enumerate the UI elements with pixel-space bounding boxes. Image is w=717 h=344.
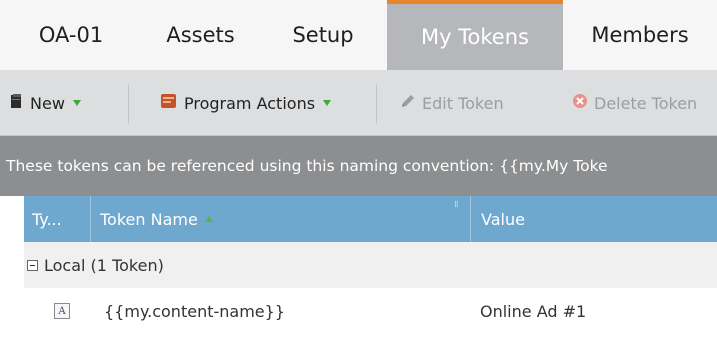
delete-icon	[572, 93, 588, 113]
grid-header: Ty... Token Name ⁞⁞ Value	[24, 196, 717, 242]
edit-token-label: Edit Token	[422, 93, 504, 113]
column-header-value[interactable]: Value	[481, 196, 711, 242]
new-document-icon	[10, 93, 24, 113]
program-actions-icon	[160, 92, 178, 114]
tab-my-tokens[interactable]: My Tokens	[387, 0, 563, 70]
tab-setup[interactable]: Setup	[259, 0, 387, 70]
column-divider	[90, 196, 91, 242]
tab-label: Assets	[166, 23, 235, 47]
tab-label: My Tokens	[421, 25, 529, 49]
tab-assets[interactable]: Assets	[142, 0, 259, 70]
column-divider	[470, 196, 471, 242]
column-label: Ty...	[32, 209, 62, 229]
info-text: These tokens can be referenced using thi…	[6, 157, 608, 175]
value-cell: Online Ad #1	[480, 288, 710, 334]
chevron-down-icon	[72, 100, 81, 106]
toolbar: New Program Actions Edit Token Delete To…	[0, 70, 717, 136]
toolbar-divider	[376, 84, 377, 124]
delete-token-label: Delete Token	[594, 93, 698, 113]
new-label: New	[30, 93, 65, 113]
delete-token-button[interactable]: Delete Token	[572, 70, 697, 136]
column-header-type[interactable]: Ty...	[32, 196, 90, 242]
toolbar-divider	[128, 84, 129, 124]
column-label: Token Name	[100, 209, 198, 229]
chevron-down-icon	[323, 100, 332, 106]
tab-members[interactable]: Members	[563, 0, 717, 70]
group-row-local[interactable]: Local (1 Token)	[24, 242, 717, 288]
collapse-icon[interactable]	[27, 259, 38, 271]
token-value: Online Ad #1	[480, 301, 587, 321]
text-token-icon: A	[54, 303, 70, 319]
sort-ascending-icon	[204, 216, 213, 222]
tab-label: Members	[591, 23, 689, 47]
new-button[interactable]: New	[10, 70, 81, 136]
edit-token-button[interactable]: Edit Token	[400, 70, 504, 136]
program-actions-button[interactable]: Program Actions	[160, 70, 332, 136]
token-name-cell: {{my.content-name}}	[104, 288, 464, 334]
pencil-icon	[400, 93, 416, 113]
column-resize-handle[interactable]: ⁞⁞	[454, 200, 459, 210]
column-header-token-name[interactable]: Token Name	[100, 196, 470, 242]
type-cell: A	[54, 288, 84, 334]
grid-gutter	[0, 196, 24, 344]
table-row[interactable]: A {{my.content-name}} Online Ad #1	[24, 288, 717, 334]
group-label: Local (1 Token)	[44, 255, 164, 275]
program-actions-label: Program Actions	[184, 93, 316, 113]
token-name: {{my.content-name}}	[104, 301, 285, 321]
naming-convention-info: These tokens can be referenced using thi…	[0, 136, 717, 196]
tokens-grid: Ty... Token Name ⁞⁞ Value Local (1 Token…	[24, 196, 717, 344]
column-label: Value	[481, 209, 525, 229]
tab-label: OA-01	[38, 23, 104, 47]
tab-bar: OA-01 Assets Setup My Tokens Members	[0, 0, 717, 70]
tab-oa-01[interactable]: OA-01	[0, 0, 142, 70]
tab-label: Setup	[292, 23, 354, 47]
